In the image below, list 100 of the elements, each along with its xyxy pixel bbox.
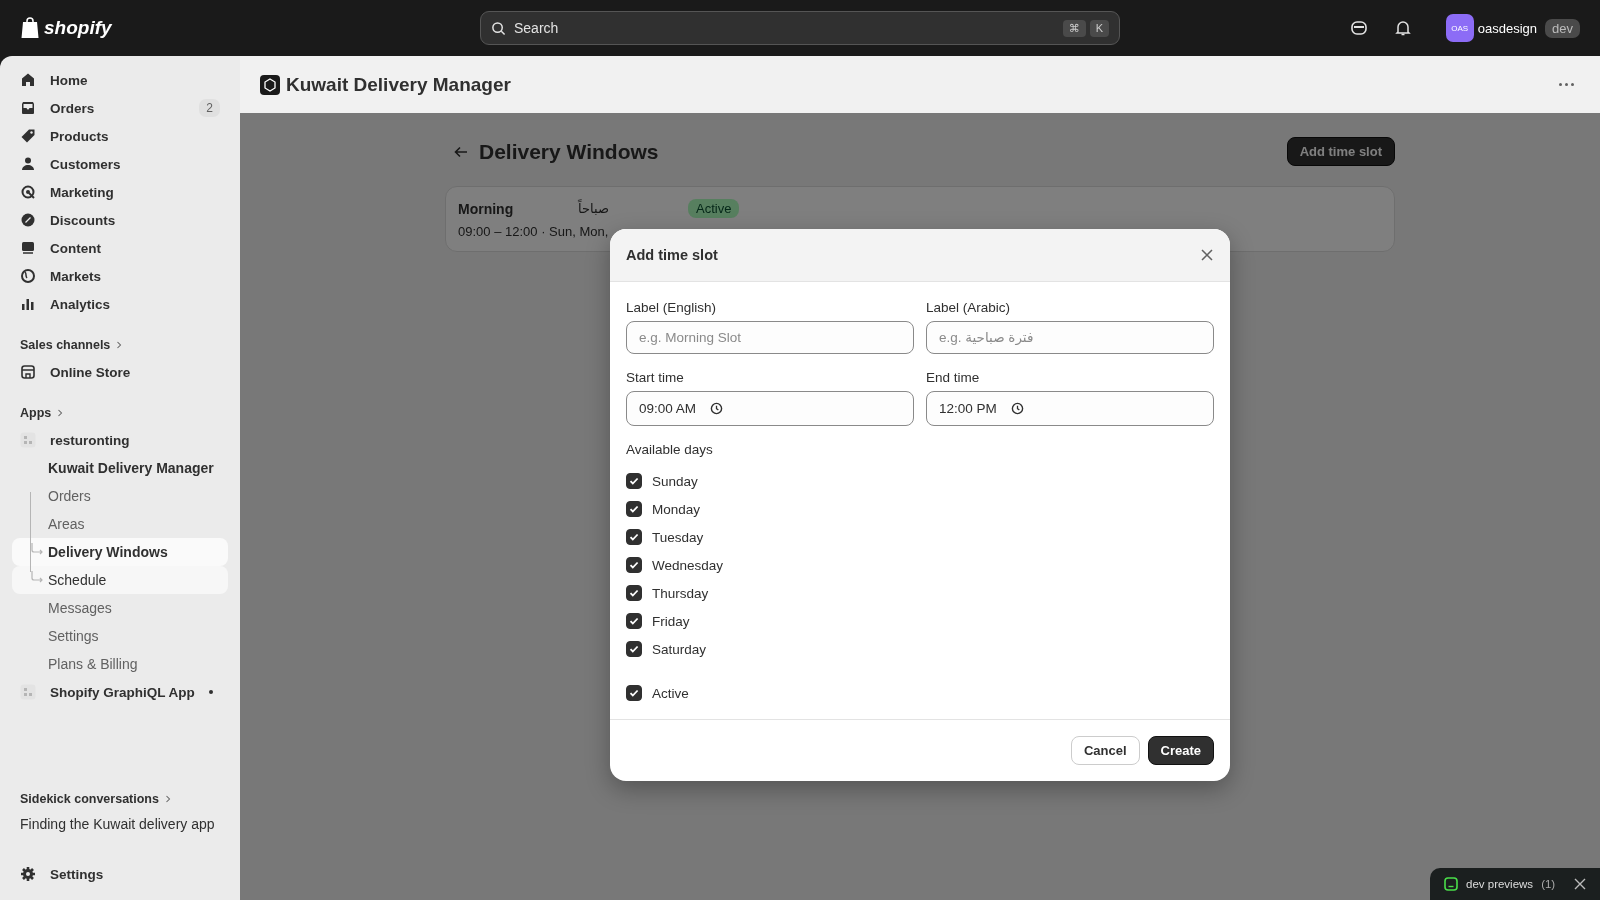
chevron-right-icon[interactable] [164,795,171,803]
image-icon [20,240,36,256]
slot-name: Morning [458,200,515,217]
dev-previews-bar[interactable]: dev previews (1) [1430,868,1600,900]
checkbox-label[interactable]: Thursday [652,585,709,601]
cancel-button[interactable]: Cancel [1070,736,1140,765]
text-field[interactable]: e.g. Morning Slot [626,321,914,354]
sub-nav-item[interactable]: Messages [12,594,228,622]
preview-icon [1444,877,1458,891]
discount-icon [20,212,36,228]
section-heading[interactable]: Sales channels [20,338,111,352]
checkmark-icon [628,503,640,515]
slot-details: 09:00 – 12:00 · Sun, Mon, [458,224,610,239]
create-button[interactable]: Create [1147,736,1214,765]
checkmark-icon [628,475,640,487]
sub-nav-item[interactable]: Kuwait Delivery Manager [12,454,228,482]
checkbox-label[interactable]: Monday [652,501,701,517]
field-label: End time [926,370,981,385]
nav-item[interactable]: Marketing [12,178,228,206]
clock-icon [1010,402,1024,415]
nav-item[interactable]: Discounts [12,206,228,234]
field-label: Available days [626,442,714,457]
modal-title: Add time slot [626,247,718,263]
shopping-bag-icon [20,17,40,39]
time-field[interactable]: 09:00 AM [626,391,914,426]
checkbox-label[interactable]: Sunday [652,473,698,489]
nav-item[interactable]: resturonting [12,426,228,454]
sub-nav-item[interactable]: Delivery Windows [12,538,228,566]
pinned-dot [208,690,213,694]
app-logo-icon [260,74,280,95]
app-icon [20,432,36,448]
field-label: Start time [626,370,685,385]
section-heading[interactable]: Apps [20,406,52,420]
store-name[interactable]: oasdesign [1477,20,1538,36]
checkmark-icon [628,559,640,571]
sub-nav-item[interactable]: Plans & Billing [12,650,228,678]
tag-icon [20,128,36,144]
nav-item[interactable]: Content [12,234,228,262]
app-icon [20,684,36,700]
checkbox[interactable] [626,557,642,573]
app-title: Kuwait Delivery Manager [286,73,512,96]
checkbox[interactable] [626,685,642,701]
close-icon[interactable] [1200,248,1214,262]
shortcut-key: K [1089,19,1109,37]
conversation-link[interactable]: Finding the Kuwait delivery app [12,812,228,836]
checkmark-icon [628,587,640,599]
text-field[interactable]: e.g. فترة صباحية [926,321,1214,354]
nav-item[interactable]: Customers [12,150,228,178]
sub-nav-item[interactable]: Orders [12,482,228,510]
nav-item[interactable]: Orders 2 [12,94,228,122]
bar-chart-icon [20,296,36,312]
field-label: Label (Arabic) [926,300,1012,315]
nav-item[interactable]: Home [12,66,228,94]
checkbox[interactable] [626,613,642,629]
sub-nav-item[interactable]: Schedule [12,566,228,594]
sidekick-icon[interactable] [1349,19,1368,37]
target-icon [20,184,36,200]
checkmark-icon [628,615,640,627]
nav-item[interactable]: Online Store [12,358,228,386]
checkbox[interactable] [626,641,642,657]
checkbox[interactable] [626,501,642,517]
section-heading[interactable]: Sidekick conversations [20,792,159,806]
checkbox[interactable] [626,473,642,489]
avatar[interactable]: OAS [1445,14,1474,42]
search-icon [491,20,506,36]
search-field[interactable]: Search ⌘ K [480,11,1120,45]
time-field[interactable]: 12:00 PM [926,391,1214,426]
count-badge: 2 [199,99,220,117]
nav-item[interactable]: Settings [12,860,228,888]
logo-text[interactable]: shopify [44,17,112,39]
close-icon[interactable] [1574,878,1586,890]
nav-item[interactable]: Shopify GraphiQL App [12,678,228,706]
checkbox[interactable] [626,585,642,601]
nav-item[interactable]: Markets [12,262,228,290]
chevron-right-icon[interactable] [57,409,64,417]
checkbox[interactable] [626,529,642,545]
field-label: Label (English) [626,300,718,315]
dev-badge: dev [1545,18,1580,38]
sub-nav-item[interactable]: Settings [12,622,228,650]
checkbox-label[interactable]: Saturday [652,641,707,657]
checkmark-icon [628,643,640,655]
preview-count: (1) [1541,878,1557,890]
home-icon [20,72,36,88]
nav-item[interactable]: Analytics [12,290,228,318]
clock-icon [710,402,724,415]
checkbox-label[interactable]: Friday [652,613,690,629]
settings-icon [20,866,36,882]
sub-nav-item[interactable]: Areas [12,510,228,538]
page-title: Delivery Windows [479,139,660,164]
checkbox-label[interactable]: Tuesday [652,529,704,545]
checkmark-icon [628,531,640,543]
add-time-slot-button[interactable]: Add time slot [1286,137,1395,166]
status-badge: Active [688,199,740,218]
bell-icon[interactable] [1393,19,1412,37]
chevron-right-icon[interactable] [116,341,123,349]
checkbox-label[interactable]: Active [652,685,689,701]
slot-arabic-name: صباحاً [578,201,610,216]
nav-item[interactable]: Products [12,122,228,150]
dev-previews-label: dev previews [1466,878,1534,890]
checkbox-label[interactable]: Wednesday [652,557,724,573]
